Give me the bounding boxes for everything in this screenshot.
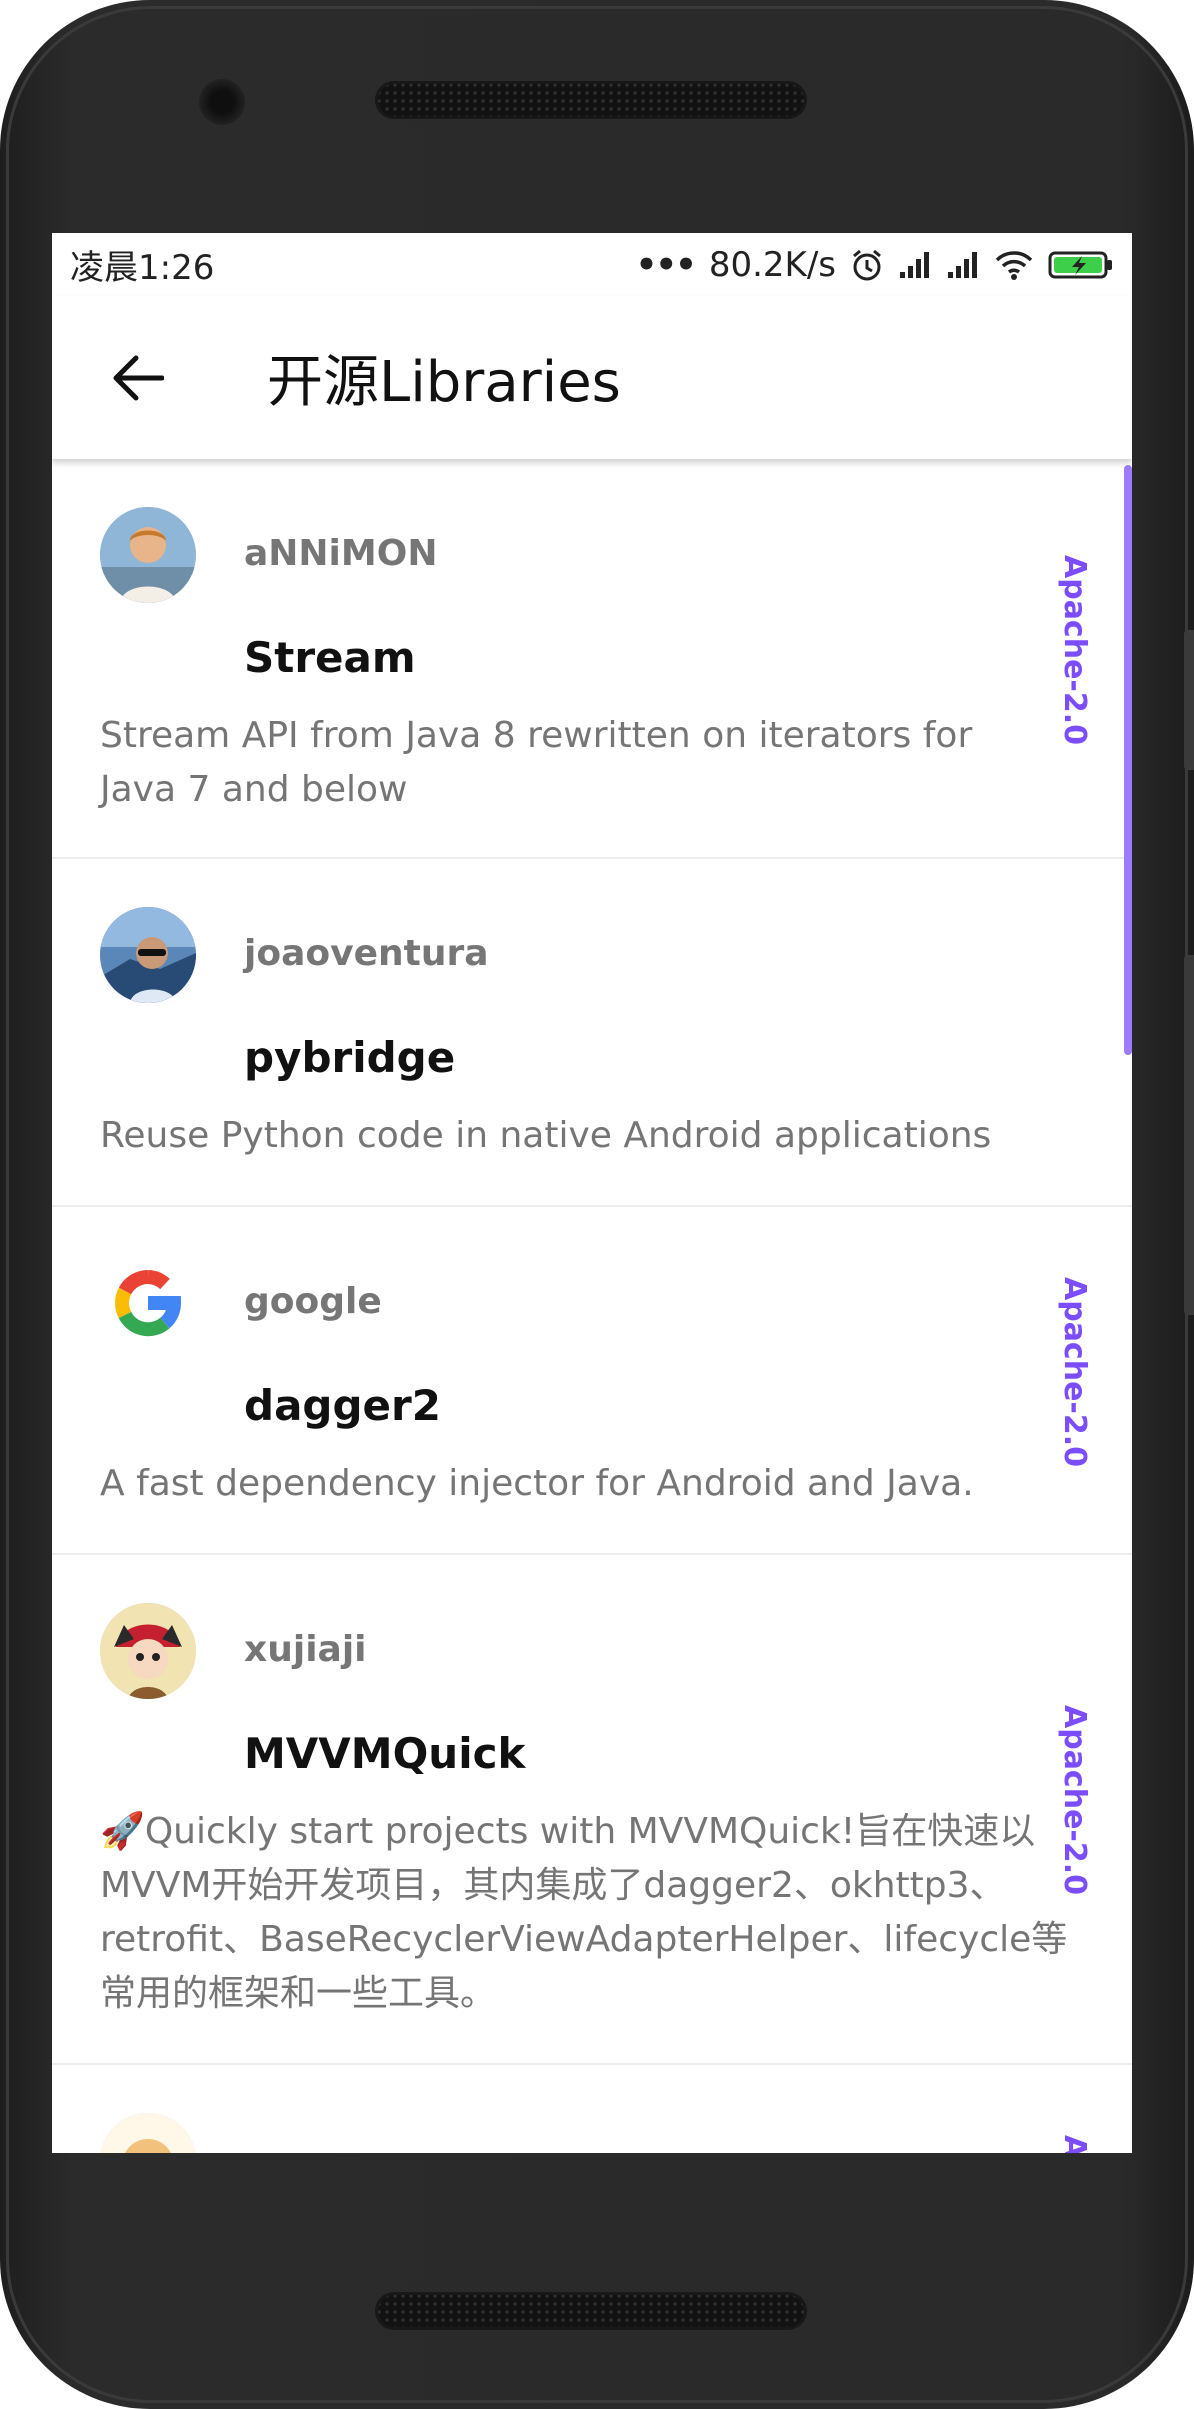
network-speed: 80.2K/s <box>708 244 836 285</box>
list-item[interactable]: google dagger2 A fast dependency injecto… <box>52 1207 1132 1555</box>
wifi-icon <box>994 249 1034 281</box>
back-button[interactable] <box>107 348 167 408</box>
top-speaker <box>375 81 807 119</box>
library-description: A fast dependency injector for Android a… <box>100 1463 974 1504</box>
list-item[interactable]: joaoventura pybridge Reuse Python code i… <box>52 859 1132 1207</box>
alarm-icon <box>850 248 884 282</box>
battery-charging-icon <box>1048 250 1114 280</box>
power-button <box>1184 955 1194 1315</box>
list-item[interactable]: aNNiMON Stream Stream API from Java 8 re… <box>52 459 1132 859</box>
license-badge: Apache-2.0 <box>1057 555 1092 746</box>
avatar <box>100 1603 196 1699</box>
license-badge: Apache-2.0 <box>1057 1705 1092 1896</box>
library-name: Stream <box>244 633 416 682</box>
list-item[interactable]: A <box>52 2065 1132 2153</box>
arrow-left-icon <box>113 355 164 400</box>
library-description: 🚀Quickly start projects with MVVMQuick!旨… <box>100 1811 1068 2014</box>
scrollbar[interactable] <box>1124 465 1132 1055</box>
library-owner: joaoventura <box>244 933 489 974</box>
library-name: pybridge <box>244 1033 456 1082</box>
library-name: MVVMQuick <box>244 1729 526 1778</box>
signal-icon <box>946 250 980 280</box>
library-list[interactable]: aNNiMON Stream Stream API from Java 8 re… <box>52 459 1132 2153</box>
library-owner: aNNiMON <box>244 533 438 574</box>
library-owner: google <box>244 1281 382 1322</box>
notification-dots: ••• <box>635 244 697 285</box>
library-description: Stream API from Java 8 rewritten on iter… <box>100 715 973 810</box>
license-badge: A <box>1057 2135 1092 2153</box>
library-description: Reuse Python code in native Android appl… <box>100 1115 992 1156</box>
avatar <box>100 907 196 1003</box>
signal-icon <box>898 250 932 280</box>
phone-frame: 凌晨1:26 ••• 80.2K/s 开源Libraries aNNiMON S… <box>0 0 1194 2409</box>
bottom-speaker <box>375 2292 807 2330</box>
app-bar: 开源Libraries <box>52 296 1132 459</box>
volume-button <box>1184 630 1194 770</box>
library-owner: xujiaji <box>244 1629 367 1670</box>
google-logo-icon <box>100 1255 196 1351</box>
library-name: dagger2 <box>244 1381 441 1430</box>
license-badge: Apache-2.0 <box>1057 1277 1092 1468</box>
list-item[interactable]: xujiaji MVVMQuick 🚀Quickly start project… <box>52 1555 1132 2065</box>
page-title: 开源Libraries <box>267 350 621 415</box>
avatar <box>100 2113 196 2153</box>
avatar <box>100 507 196 603</box>
status-time: 凌晨1:26 <box>70 248 215 288</box>
front-camera <box>199 79 245 125</box>
screen: 凌晨1:26 ••• 80.2K/s 开源Libraries aNNiMON S… <box>52 233 1132 2153</box>
status-bar: 凌晨1:26 ••• 80.2K/s <box>52 233 1132 296</box>
